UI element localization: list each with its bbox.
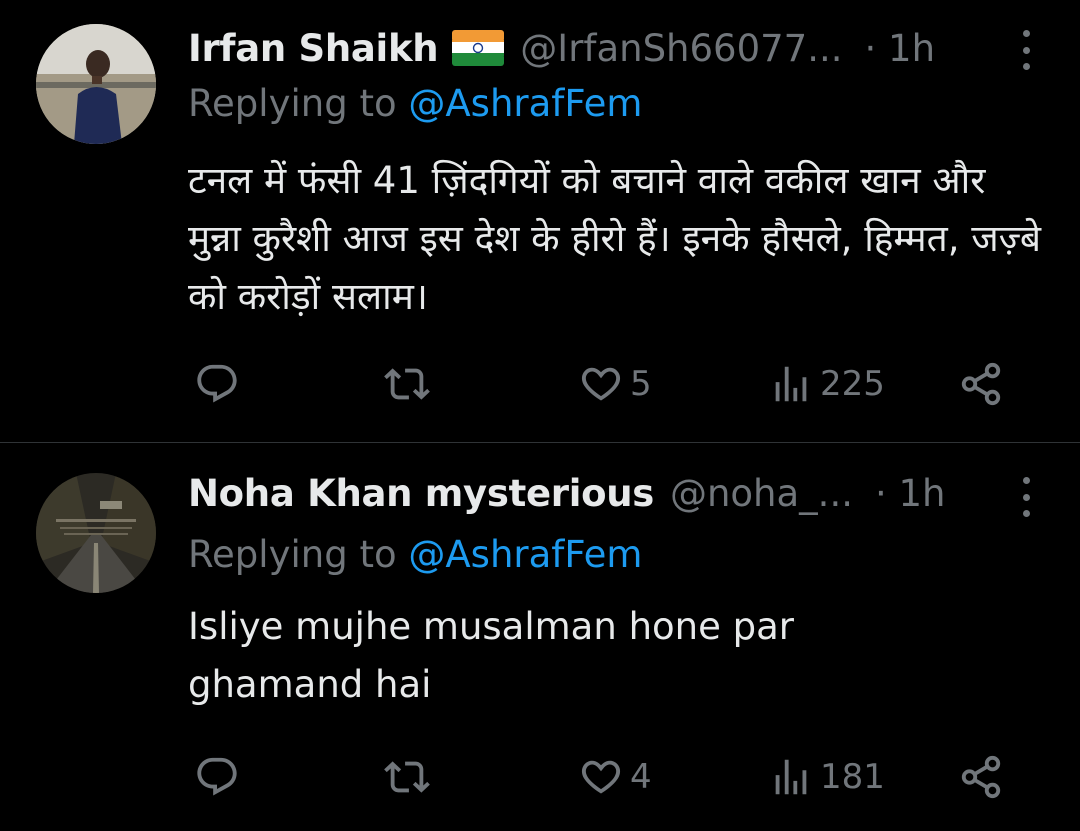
- timestamp[interactable]: · 1h: [875, 472, 946, 515]
- display-name[interactable]: Noha Khan mysterious: [188, 472, 654, 515]
- like-button[interactable]: 4: [578, 747, 652, 807]
- like-count: 4: [630, 757, 652, 797]
- like-count: 5: [630, 364, 652, 404]
- tweet-header: Noha Khan mysterious @noha_... · 1h: [188, 465, 1040, 521]
- replying-to: Replying to @AshrafFem: [188, 533, 642, 576]
- replying-to: Replying to @AshrafFem: [188, 82, 642, 125]
- retweet-button[interactable]: [384, 747, 430, 807]
- action-bar: 5 225: [188, 354, 1028, 414]
- replying-prefix: Replying to: [188, 533, 397, 576]
- more-vertical-icon[interactable]: [1016, 30, 1036, 70]
- heart-icon: [581, 367, 621, 401]
- action-bar: 4 181: [188, 747, 1028, 807]
- timestamp[interactable]: · 1h: [865, 27, 936, 70]
- share-button[interactable]: [958, 354, 1004, 414]
- reply-button[interactable]: [194, 747, 240, 807]
- tweet-text: टनल में फंसी 41 ज़िंदगियों को बचाने वाले…: [188, 159, 1041, 318]
- views-icon: [775, 366, 807, 402]
- tweet-header: Irfan Shaikh @IrfanSh66077... · 1h: [188, 20, 1040, 76]
- replying-prefix: Replying to: [188, 82, 397, 125]
- heart-icon: [581, 760, 621, 794]
- share-icon: [961, 362, 1001, 406]
- retweet-icon: [384, 761, 430, 793]
- mention-link[interactable]: @AshrafFem: [408, 533, 642, 576]
- avatar[interactable]: [36, 473, 156, 593]
- mention-link[interactable]: @AshrafFem: [408, 82, 642, 125]
- more-vertical-icon[interactable]: [1016, 477, 1036, 517]
- avatar[interactable]: [36, 24, 156, 144]
- view-count: 181: [820, 757, 885, 797]
- reply-tweet[interactable]: Irfan Shaikh @IrfanSh66077... · 1h Reply…: [0, 0, 1080, 442]
- like-button[interactable]: 5: [578, 354, 652, 414]
- reply-icon: [197, 364, 237, 403]
- retweet-icon: [384, 368, 430, 400]
- reply-icon: [197, 757, 237, 796]
- retweet-button[interactable]: [384, 354, 430, 414]
- india-flag-icon: [452, 30, 505, 66]
- reply-button[interactable]: [194, 354, 240, 414]
- views-button[interactable]: 181: [768, 747, 885, 807]
- user-handle[interactable]: @IrfanSh66077...: [520, 27, 842, 70]
- views-button[interactable]: 225: [768, 354, 885, 414]
- user-handle[interactable]: @noha_...: [670, 472, 853, 515]
- display-name[interactable]: Irfan Shaikh: [188, 27, 439, 70]
- view-count: 225: [820, 364, 885, 404]
- views-icon: [775, 759, 807, 795]
- tweet-text: Isliye mujhe musalman hone par ghamand h…: [188, 605, 795, 706]
- share-icon: [961, 755, 1001, 799]
- share-button[interactable]: [958, 747, 1004, 807]
- reply-tweet[interactable]: Noha Khan mysterious @noha_... · 1h Repl…: [0, 443, 1080, 831]
